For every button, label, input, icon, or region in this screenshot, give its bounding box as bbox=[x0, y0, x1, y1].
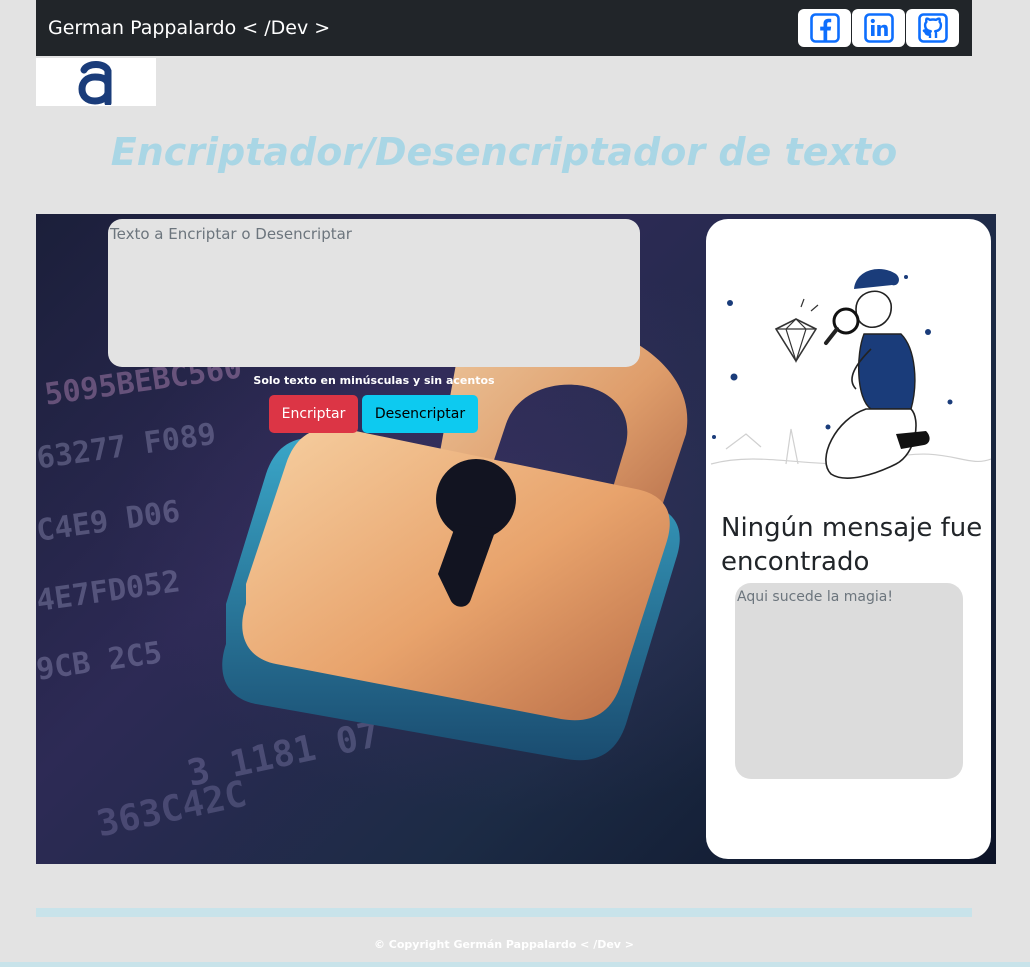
alura-logo[interactable] bbox=[36, 58, 156, 106]
decrypt-button[interactable]: Desencriptar bbox=[362, 395, 478, 433]
page-title: Encriptador/Desencriptador de texto bbox=[110, 130, 898, 174]
navbar-brand[interactable]: German Pappalardo < /Dev > bbox=[48, 16, 330, 40]
linkedin-button[interactable] bbox=[852, 9, 905, 47]
linkedin-icon bbox=[863, 13, 894, 43]
background-code: 9CB 2C5 bbox=[36, 635, 165, 688]
searching-person-illustration bbox=[710, 269, 991, 479]
background-code: C4E9 D06 bbox=[36, 494, 183, 549]
output-text[interactable] bbox=[735, 583, 963, 779]
result-card: Ningún mensaje fue encontrado bbox=[706, 219, 991, 859]
facebook-button[interactable] bbox=[798, 9, 851, 47]
text-input[interactable] bbox=[108, 219, 640, 367]
footer-divider bbox=[36, 908, 972, 917]
alura-logo-icon bbox=[78, 61, 112, 105]
facebook-icon bbox=[809, 13, 840, 43]
main-section: 5095BEBC560 63277 F089 C4E9 D06 4E7FD052… bbox=[36, 214, 996, 864]
github-button[interactable] bbox=[906, 9, 959, 47]
github-icon bbox=[917, 13, 948, 43]
bottom-strip bbox=[0, 962, 1030, 967]
background-code: 4E7FD052 bbox=[36, 564, 183, 619]
footer-copyright: © Copyright Germán Pappalardo < /Dev > bbox=[373, 938, 635, 951]
background-code: 63277 F089 bbox=[36, 416, 219, 477]
result-title: Ningún mensaje fue encontrado bbox=[721, 513, 983, 577]
encrypt-button[interactable]: Encriptar bbox=[269, 395, 358, 433]
input-hint: Solo texto en minúsculas y sin acentos bbox=[253, 374, 495, 387]
navbar: German Pappalardo < /Dev > bbox=[36, 0, 972, 56]
